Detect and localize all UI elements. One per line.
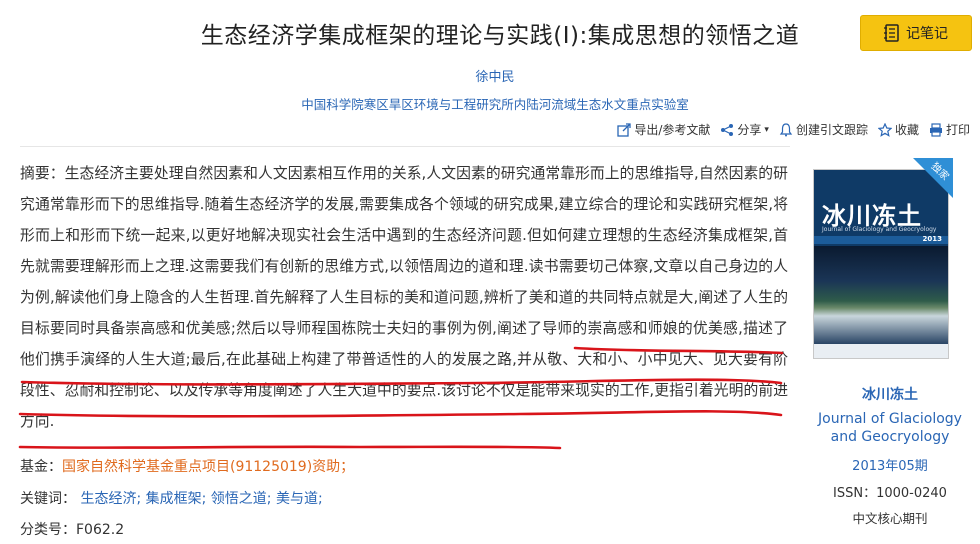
- classification-value: F062.2: [76, 522, 125, 538]
- journal-issue[interactable]: 2013年05期: [800, 455, 980, 474]
- author-link[interactable]: 徐中民: [0, 66, 980, 85]
- abstract-label: 摘要：: [20, 165, 65, 182]
- printer-icon: [929, 122, 942, 137]
- classification-row: 分类号：F062.2: [20, 519, 124, 539]
- cover-footer: [814, 344, 948, 358]
- take-notes-button[interactable]: 记笔记: [860, 15, 972, 51]
- export-references-button[interactable]: 导出/参考文献: [617, 121, 710, 138]
- divider: [20, 146, 790, 147]
- abstract: 摘要：生态经济主要处理自然因素和人文因素相互作用的关系,人文因素的研究通常靠形而…: [20, 158, 788, 437]
- chevron-down-icon: ▾: [764, 124, 769, 135]
- journal-name-en[interactable]: Journal of Glaciology and Geocryology: [800, 410, 980, 446]
- affiliation-link[interactable]: 中国科学院寒区旱区环境与工程研究所内陆河流域生态水文重点实验室: [0, 94, 980, 113]
- article-toolbar: 导出/参考文献 分享 ▾ 创建引文跟踪 收藏 打印: [617, 121, 970, 138]
- print-button[interactable]: 打印: [929, 121, 970, 138]
- keyword-link[interactable]: 集成框架;: [146, 491, 207, 507]
- bell-icon: [779, 122, 793, 136]
- abstract-text: 生态经济主要处理自然因素和人文因素相互作用的关系,人文因素的研究通常靠形而上的思…: [20, 165, 788, 430]
- citation-tracking-button[interactable]: 创建引文跟踪: [779, 121, 868, 138]
- notebook-icon: [884, 24, 899, 42]
- keyword-link[interactable]: 美与道;: [276, 491, 323, 507]
- exclusive-badge: 独家: [913, 158, 953, 198]
- favorite-label: 收藏: [894, 123, 919, 137]
- citation-tracking-label: 创建引文跟踪: [795, 123, 868, 137]
- journal-name-cn[interactable]: 冰川冻土: [800, 384, 980, 404]
- print-label: 打印: [945, 123, 970, 137]
- keyword-link[interactable]: 领悟之道;: [211, 491, 272, 507]
- article-title: 生态经济学集成框架的理论与实践(I):集成思想的领悟之道: [200, 23, 800, 49]
- keywords-row: 关键词： 生态经济; 集成框架; 领悟之道; 美与道;: [20, 488, 323, 508]
- classification-label: 分类号：: [20, 522, 76, 538]
- take-notes-label: 记笔记: [906, 26, 948, 42]
- journal-core-label: 中文核心期刊: [852, 511, 928, 526]
- fund-row: 基金：国家自然科学基金重点项目(91125019)资助；: [20, 456, 354, 476]
- keyword-link[interactable]: 生态经济;: [80, 491, 141, 507]
- journal-issn: ISSN：1000-0240: [833, 486, 947, 501]
- share-icon: [721, 123, 734, 136]
- export-icon: [617, 122, 632, 137]
- keywords-label: 关键词：: [20, 491, 76, 507]
- share-button[interactable]: 分享 ▾: [720, 121, 769, 138]
- favorite-button[interactable]: 收藏: [877, 121, 919, 138]
- export-references-label: 导出/参考文献: [634, 123, 711, 137]
- fund-label: 基金：: [20, 459, 62, 475]
- cover-subtitle: Journal of Glaciology and Geocryology: [822, 226, 937, 233]
- star-icon: [877, 122, 892, 137]
- fund-link[interactable]: 国家自然科学基金重点项目(91125019)资助；: [62, 459, 354, 475]
- share-label: 分享: [737, 123, 762, 137]
- cover-year: 2013: [922, 235, 942, 243]
- cover-image: [814, 246, 948, 346]
